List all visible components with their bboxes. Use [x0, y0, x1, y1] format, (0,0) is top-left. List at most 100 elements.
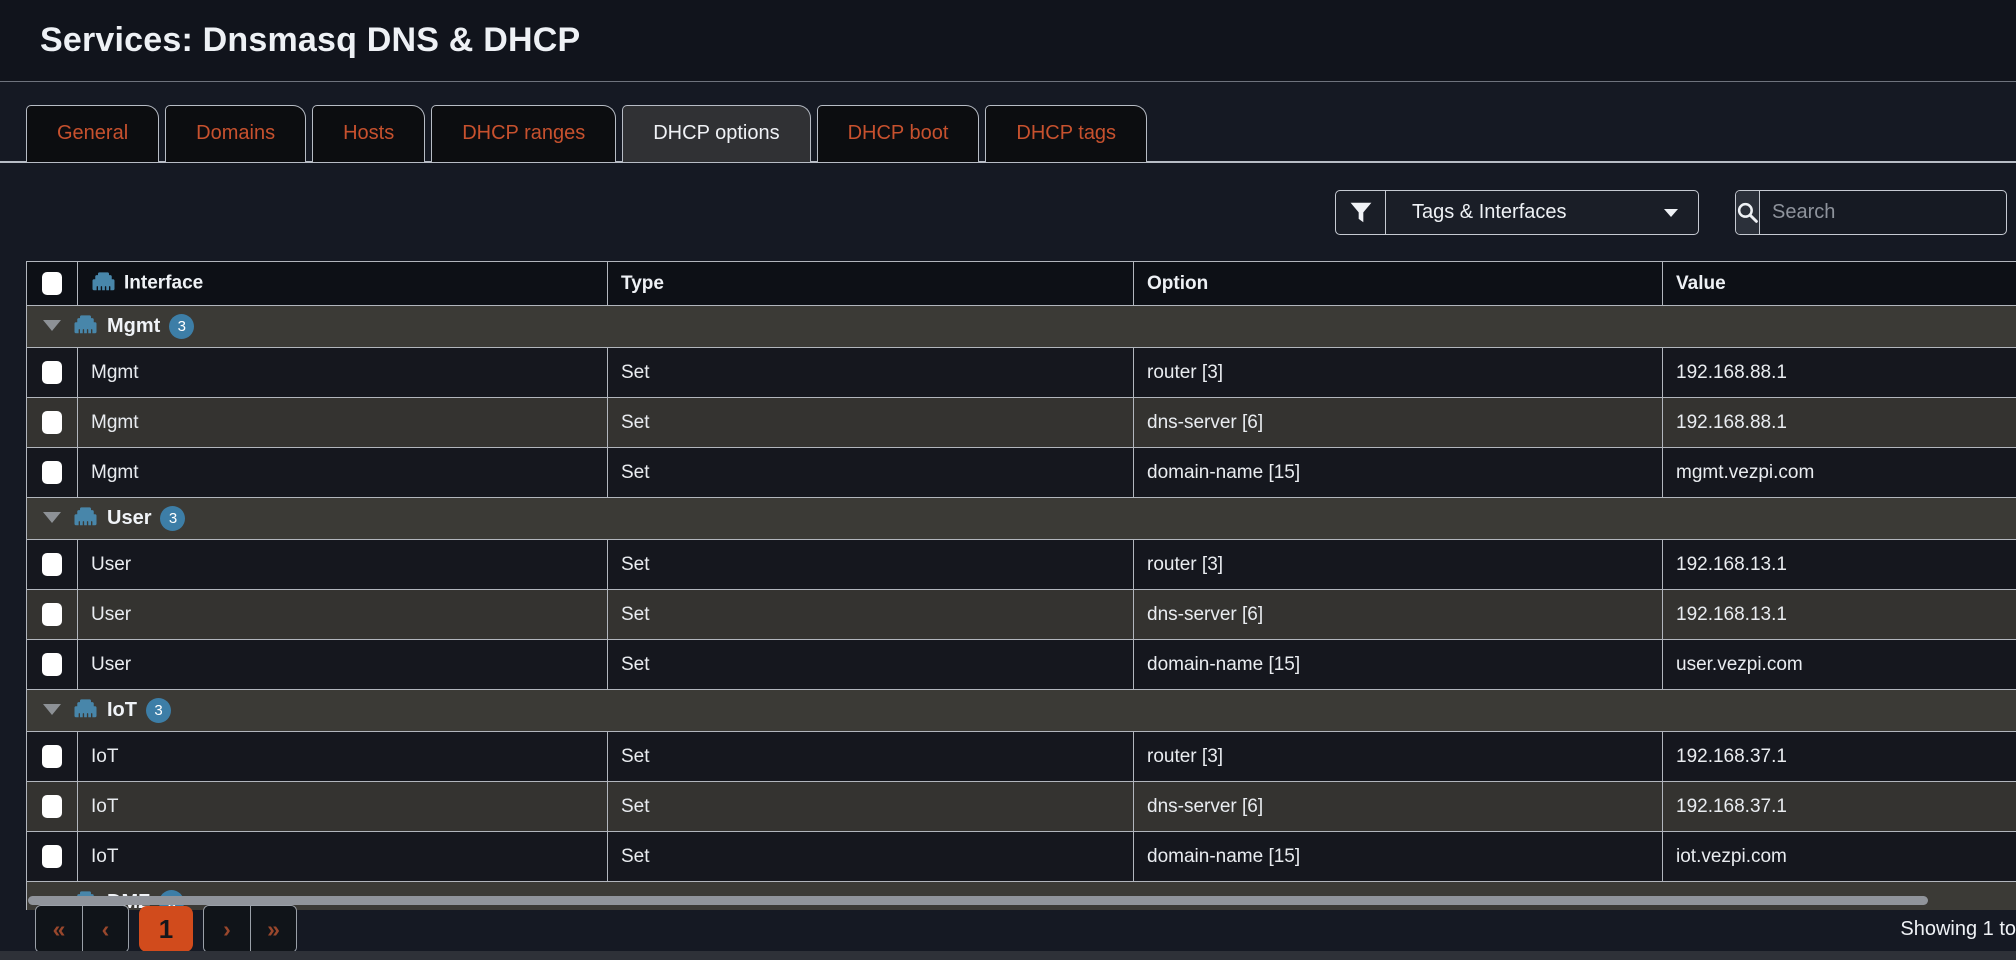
- ethernet-icon: [73, 314, 98, 336]
- table-row[interactable]: IoTSetdomain-name [15]iot.vezpi.com: [27, 832, 2016, 882]
- ethernet-icon: [73, 506, 98, 528]
- tab-strip: GeneralDomainsHostsDHCP rangesDHCP optio…: [26, 105, 1147, 162]
- row-select-cell: [27, 398, 78, 448]
- row-checkbox[interactable]: [42, 461, 62, 484]
- cell-value: 192.168.13.1: [1663, 590, 2016, 640]
- group-row-mgmt[interactable]: Mgmt 3: [27, 306, 2016, 348]
- tab-general[interactable]: General: [26, 105, 159, 162]
- chevron-down-icon: [1664, 209, 1678, 217]
- row-checkbox[interactable]: [42, 653, 62, 676]
- cell-option: dns-server [6]: [1134, 590, 1663, 640]
- row-select-cell: [27, 540, 78, 590]
- row-checkbox[interactable]: [42, 603, 62, 626]
- cell-value: user.vezpi.com: [1663, 640, 2016, 690]
- tab-domains[interactable]: Domains: [165, 105, 306, 162]
- cell-value: 192.168.37.1: [1663, 782, 2016, 832]
- select-all-checkbox[interactable]: [42, 272, 62, 295]
- cell-option: dns-server [6]: [1134, 782, 1663, 832]
- col-header-value[interactable]: Value: [1663, 262, 2016, 306]
- next-page-button[interactable]: ›: [204, 906, 250, 952]
- cell-interface: User: [78, 640, 608, 690]
- pagination: « ‹ 1 › »: [35, 905, 297, 953]
- table-row[interactable]: MgmtSetrouter [3]192.168.88.1: [27, 348, 2016, 398]
- search-icon: [1736, 201, 1759, 224]
- cell-interface: Mgmt: [78, 448, 608, 498]
- cell-option: domain-name [15]: [1134, 640, 1663, 690]
- row-checkbox[interactable]: [42, 361, 62, 384]
- tab-hosts[interactable]: Hosts: [312, 105, 425, 162]
- cell-interface: User: [78, 590, 608, 640]
- table-row[interactable]: MgmtSetdomain-name [15]mgmt.vezpi.com: [27, 448, 2016, 498]
- tab-dhcp-tags[interactable]: DHCP tags: [985, 105, 1147, 162]
- select-all-cell: [27, 262, 78, 306]
- group-name: Mgmt: [107, 315, 160, 337]
- collapse-caret-icon[interactable]: [43, 320, 61, 331]
- horizontal-scrollbar[interactable]: [28, 896, 1928, 905]
- cell-interface: Mgmt: [78, 398, 608, 448]
- current-page-button[interactable]: 1: [139, 906, 193, 952]
- row-checkbox[interactable]: [42, 845, 62, 868]
- tab-dhcp-ranges[interactable]: DHCP ranges: [431, 105, 616, 162]
- row-select-cell: [27, 640, 78, 690]
- col-header-interface[interactable]: Interface: [78, 262, 608, 306]
- cell-value: 192.168.13.1: [1663, 540, 2016, 590]
- filter-selected-option[interactable]: Tags & Interfaces: [1386, 191, 1698, 234]
- cell-type: Set: [608, 348, 1134, 398]
- pagination-status: Showing 1 to: [1900, 918, 2016, 941]
- dhcp-options-table: InterfaceTypeOptionValue Mgmt3MgmtSetrou…: [26, 261, 2016, 910]
- cell-type: Set: [608, 832, 1134, 882]
- cell-type: Set: [608, 590, 1134, 640]
- cell-option: router [3]: [1134, 540, 1663, 590]
- group-row-iot[interactable]: IoT3: [27, 690, 2016, 732]
- col-header-type[interactable]: Type: [608, 262, 1134, 306]
- cell-type: Set: [608, 732, 1134, 782]
- group-count-badge: 3: [160, 506, 185, 531]
- cell-interface: IoT: [78, 732, 608, 782]
- row-checkbox[interactable]: [42, 745, 62, 768]
- table-row[interactable]: MgmtSetdns-server [6]192.168.88.1: [27, 398, 2016, 448]
- first-page-button[interactable]: «: [36, 906, 82, 952]
- pagination-group-next: › »: [203, 905, 297, 953]
- cell-interface: User: [78, 540, 608, 590]
- filter-dropdown[interactable]: Tags & Interfaces: [1335, 190, 1699, 235]
- cell-interface: Mgmt: [78, 348, 608, 398]
- filter-button[interactable]: [1336, 191, 1386, 234]
- cell-option: router [3]: [1134, 732, 1663, 782]
- row-checkbox[interactable]: [42, 411, 62, 434]
- table-row[interactable]: IoTSetdns-server [6]192.168.37.1: [27, 782, 2016, 832]
- row-select-cell: [27, 832, 78, 882]
- search-box: [1735, 190, 2007, 235]
- row-select-cell: [27, 782, 78, 832]
- cell-option: router [3]: [1134, 348, 1663, 398]
- group-count-badge: 3: [169, 314, 194, 339]
- row-checkbox[interactable]: [42, 795, 62, 818]
- row-select-cell: [27, 448, 78, 498]
- cell-type: Set: [608, 448, 1134, 498]
- funnel-icon: [1350, 202, 1372, 223]
- tab-dhcp-boot[interactable]: DHCP boot: [817, 105, 980, 162]
- prev-page-button[interactable]: ‹: [82, 906, 128, 952]
- collapse-caret-icon[interactable]: [43, 704, 61, 715]
- table-row[interactable]: UserSetdomain-name [15]user.vezpi.com: [27, 640, 2016, 690]
- search-input[interactable]: [1760, 191, 2007, 234]
- table-row[interactable]: UserSetdns-server [6]192.168.13.1: [27, 590, 2016, 640]
- cell-type: Set: [608, 782, 1134, 832]
- cell-type: Set: [608, 540, 1134, 590]
- col-header-option[interactable]: Option: [1134, 262, 1663, 306]
- window-scrollbar-track[interactable]: [0, 951, 2016, 960]
- cell-value: mgmt.vezpi.com: [1663, 448, 2016, 498]
- row-checkbox[interactable]: [42, 553, 62, 576]
- table-header-row: InterfaceTypeOptionValue: [27, 262, 2016, 306]
- cell-value: 192.168.37.1: [1663, 732, 2016, 782]
- collapse-caret-icon[interactable]: [43, 512, 61, 523]
- last-page-button[interactable]: »: [250, 906, 296, 952]
- row-select-cell: [27, 732, 78, 782]
- search-button[interactable]: [1736, 191, 1760, 234]
- table-row[interactable]: IoTSetrouter [3]192.168.37.1: [27, 732, 2016, 782]
- tab-dhcp-options[interactable]: DHCP options: [622, 105, 810, 162]
- cell-interface: IoT: [78, 782, 608, 832]
- cell-option: dns-server [6]: [1134, 398, 1663, 448]
- group-count-badge: 3: [146, 698, 171, 723]
- table-row[interactable]: UserSetrouter [3]192.168.13.1: [27, 540, 2016, 590]
- group-row-user[interactable]: User3: [27, 498, 2016, 540]
